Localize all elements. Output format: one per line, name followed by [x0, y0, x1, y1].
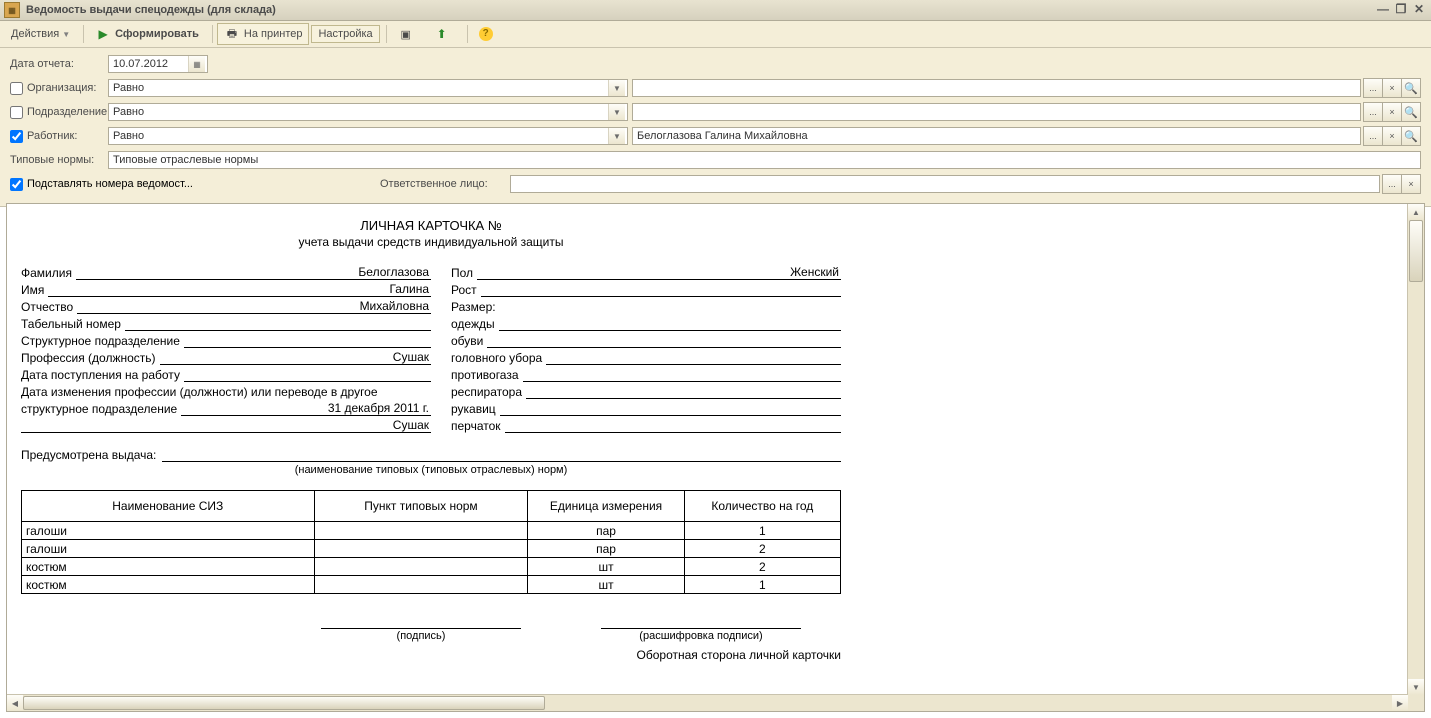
- autonumber-checkbox[interactable]: [10, 178, 23, 191]
- responsible-select-button[interactable]: ...: [1382, 174, 1402, 194]
- organization-lookup-button[interactable]: 🔍: [1401, 78, 1421, 98]
- chevron-down-icon[interactable]: ▼: [608, 128, 625, 144]
- department-lookup-button[interactable]: 🔍: [1401, 102, 1421, 122]
- table-export-icon: ▣: [398, 26, 414, 42]
- sheet-export-icon: ⬆: [434, 26, 450, 42]
- table-row: галошипар1: [22, 522, 841, 540]
- to-printer-button[interactable]: 🖶 На принтер: [217, 23, 310, 45]
- responsible-value-input[interactable]: [510, 175, 1380, 193]
- play-icon: ▶: [95, 26, 111, 42]
- siz-table: Наименование СИЗ Пункт типовых норм Един…: [21, 490, 841, 594]
- filter-panel: Дата отчета: 10.07.2012 ▦ Организация: Р…: [0, 48, 1431, 207]
- worker-value-input[interactable]: Белоглазова Галина Михайловна: [632, 127, 1361, 145]
- responsible-label: Ответственное лицо:: [380, 178, 510, 190]
- report-area: ЛИЧНАЯ КАРТОЧКА № учета выдачи средств и…: [6, 203, 1425, 712]
- horizontal-scrollbar[interactable]: ◀ ▶: [7, 694, 1408, 711]
- scroll-left-icon[interactable]: ◀: [7, 695, 23, 711]
- worker-mode-select[interactable]: Равно ▼: [108, 127, 628, 145]
- horizontal-scroll-thumb[interactable]: [23, 696, 545, 710]
- worker-checkbox[interactable]: [10, 130, 23, 143]
- app-icon: ▦: [4, 2, 20, 18]
- chevron-down-icon: ▼: [62, 30, 70, 39]
- organization-label: Организация:: [10, 82, 108, 95]
- doc-title: ЛИЧНАЯ КАРТОЧКА №: [21, 218, 841, 233]
- responsible-clear-button[interactable]: ×: [1401, 174, 1421, 194]
- help-button[interactable]: ?: [472, 24, 500, 44]
- settings-button[interactable]: Настройка: [311, 25, 379, 43]
- toolbar: Действия▼ ▶ Сформировать 🖶 На принтер На…: [0, 21, 1431, 48]
- worker-lookup-button[interactable]: 🔍: [1401, 126, 1421, 146]
- scroll-down-icon[interactable]: ▼: [1408, 679, 1424, 695]
- worker-select-button[interactable]: ...: [1363, 126, 1383, 146]
- organization-value-input[interactable]: [632, 79, 1361, 97]
- export-button-2[interactable]: ⬆: [427, 23, 461, 45]
- maximize-button[interactable]: ❐: [1393, 3, 1409, 17]
- chevron-down-icon[interactable]: ▼: [608, 104, 625, 120]
- close-button[interactable]: ✕: [1411, 3, 1427, 17]
- report-document: ЛИЧНАЯ КАРТОЧКА № учета выдачи средств и…: [7, 204, 1408, 695]
- chevron-down-icon[interactable]: ▼: [608, 80, 625, 96]
- window-title-bar: ▦ Ведомость выдачи спецодежды (для склад…: [0, 0, 1431, 21]
- department-checkbox[interactable]: [10, 106, 23, 119]
- organization-mode-select[interactable]: Равно ▼: [108, 79, 628, 97]
- table-row: костюмшт2: [22, 558, 841, 576]
- vertical-scroll-thumb[interactable]: [1409, 220, 1423, 282]
- norms-value-input[interactable]: Типовые отраслевые нормы: [108, 151, 1421, 169]
- autonumber-option: Подставлять номера ведомост...: [10, 178, 380, 191]
- printer-icon: 🖶: [224, 26, 240, 42]
- worker-clear-button[interactable]: ×: [1382, 126, 1402, 146]
- organization-select-button[interactable]: ...: [1363, 78, 1383, 98]
- calendar-icon[interactable]: ▦: [188, 56, 205, 72]
- department-label: Подразделение:: [10, 106, 108, 119]
- export-button-1[interactable]: ▣: [391, 23, 425, 45]
- department-clear-button[interactable]: ×: [1382, 102, 1402, 122]
- report-date-input[interactable]: 10.07.2012 ▦: [108, 55, 208, 73]
- organization-checkbox[interactable]: [10, 82, 23, 95]
- generate-button[interactable]: ▶ Сформировать: [88, 23, 206, 45]
- organization-clear-button[interactable]: ×: [1382, 78, 1402, 98]
- table-row: галошипар2: [22, 540, 841, 558]
- window-title: Ведомость выдачи спецодежды (для склада): [26, 4, 276, 16]
- worker-label: Работник:: [10, 130, 108, 143]
- department-value-input[interactable]: [632, 103, 1361, 121]
- norms-label: Типовые нормы:: [10, 154, 108, 166]
- help-icon: ?: [479, 27, 493, 41]
- doc-subtitle: учета выдачи средств индивидуальной защи…: [21, 235, 841, 249]
- scroll-up-icon[interactable]: ▲: [1408, 204, 1424, 220]
- minimize-button[interactable]: —: [1375, 3, 1391, 17]
- scroll-right-icon[interactable]: ▶: [1392, 695, 1408, 711]
- department-mode-select[interactable]: Равно ▼: [108, 103, 628, 121]
- report-date-label: Дата отчета:: [10, 58, 108, 70]
- actions-menu-button[interactable]: Действия▼: [4, 25, 77, 43]
- vertical-scrollbar[interactable]: ▲ ▼: [1407, 204, 1424, 695]
- table-row: костюмшт1: [22, 576, 841, 594]
- department-select-button[interactable]: ...: [1363, 102, 1383, 122]
